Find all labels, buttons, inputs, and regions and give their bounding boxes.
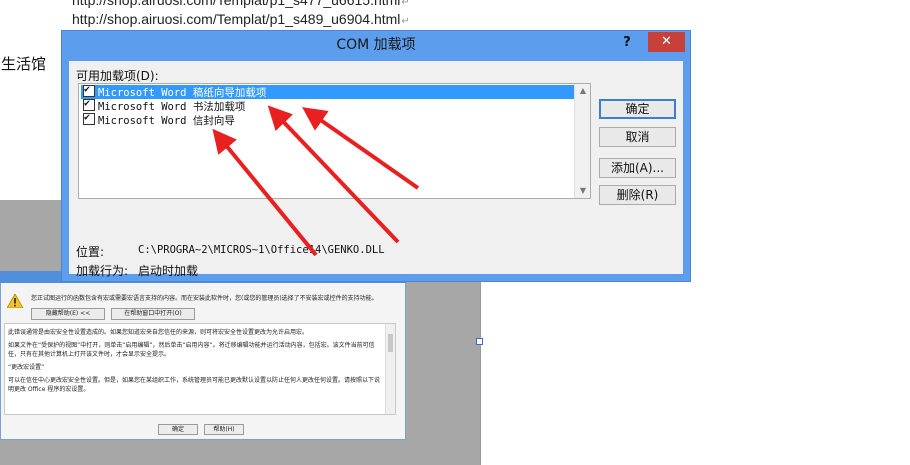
addin-item-envelope[interactable]: Microsoft Word 信封向导 — [81, 111, 575, 127]
load-behavior-label: 加载行为: — [76, 264, 129, 278]
scroll-thumb[interactable] — [388, 334, 393, 352]
cancel-button[interactable]: 取消 — [599, 127, 676, 147]
paragraph-mark: ↵ — [401, 16, 410, 27]
addins-scrollbar[interactable]: ▲ ▼ — [574, 84, 590, 198]
addin-checkbox[interactable] — [83, 83, 95, 97]
close-button[interactable]: ✕ — [648, 32, 685, 52]
addin-item-genko[interactable]: Microsoft Word 稿纸向导加载项 — [81, 83, 575, 99]
addin-name: Microsoft Word 稿纸向导加载项 — [98, 87, 267, 99]
scroll-down-icon[interactable]: ▼ — [575, 184, 591, 198]
security-ok-button[interactable]: 确定 — [158, 424, 198, 435]
warning-icon — [7, 294, 23, 308]
addins-list[interactable]: Microsoft Word 稿纸向导加载项 Microsoft Word 书法… — [78, 83, 591, 199]
ok-button[interactable]: 确定 — [599, 99, 676, 119]
available-addins-label: 可用加载项(D): — [76, 69, 159, 83]
hide-help-button[interactable]: 隐藏帮助(E) << — [31, 308, 105, 320]
addin-name: Microsoft Word 书法加载项 — [98, 101, 246, 113]
com-addins-dialog: COM 加载项 ? ✕ 可用加载项(D): Microsoft Word 稿纸向… — [61, 30, 691, 282]
document-url-line-1: http://shop.airuosi.com/Templat/p1_s477_… — [72, 0, 410, 8]
location-label: 位置: — [76, 245, 105, 259]
help-text-area: 此错误通常是由宏安全性设置造成的。如果您知道宏来自您信任的来源，则可将宏安全性设… — [4, 323, 396, 415]
add-button[interactable]: 添加(A)... — [599, 158, 676, 178]
help-icon[interactable]: ? — [617, 35, 637, 51]
scroll-up-icon[interactable]: ▲ — [575, 84, 591, 98]
security-notice-window: 您正试图运行的函数包含有宏或需要宏语言支持的内容。而在安装此软件时，您(或您的管… — [0, 271, 406, 440]
selection-handle[interactable] — [476, 338, 483, 345]
location-value: C:\PROGRA~2\MICROS~1\Office14\GENKO.DLL — [138, 244, 385, 256]
security-help-button[interactable]: 帮助(H) — [204, 424, 244, 435]
dialog-body: 可用加载项(D): Microsoft Word 稿纸向导加载项 Microso… — [69, 61, 683, 278]
help-paragraph: 如果文件在“受保护的视图”中打开，则单击“启用编辑”，然后单击“启用内容”。将迁… — [8, 342, 375, 358]
help-scrollbar[interactable] — [385, 324, 395, 414]
security-message: 您正试图运行的函数包含有宏或需要宏语言支持的内容。而在安装此软件时，您(或您的管… — [31, 295, 378, 302]
paragraph-mark: ↵ — [401, 0, 410, 8]
addin-item-calligraphy[interactable]: Microsoft Word 书法加载项 — [81, 97, 575, 113]
document-side-text: 生活馆 — [1, 55, 47, 73]
document-url-line-2: http://shop.airuosi.com/Templat/p1_s489_… — [72, 11, 410, 27]
remove-button[interactable]: 删除(R) — [599, 185, 676, 205]
help-paragraph: 此错误通常是由宏安全性设置造成的。如果您知道宏来自您信任的来源，则可将宏安全性设… — [8, 329, 309, 336]
page-border — [480, 280, 481, 465]
dialog-title: COM 加载项 — [336, 37, 416, 53]
load-behavior-value: 启动时加载 — [138, 264, 199, 278]
addin-checkbox[interactable] — [83, 97, 95, 111]
help-paragraph: 可以在信任中心更改宏安全性设置。但是，如果您在某组织工作，系统管理员可能已更改默… — [8, 377, 381, 393]
addin-name: Microsoft Word 信封向导 — [98, 115, 235, 127]
help-paragraph: “更改宏设置” — [8, 364, 45, 371]
addin-checkbox[interactable] — [83, 111, 95, 125]
open-help-window-button[interactable]: 在帮助窗口中打开(O) — [111, 308, 195, 320]
